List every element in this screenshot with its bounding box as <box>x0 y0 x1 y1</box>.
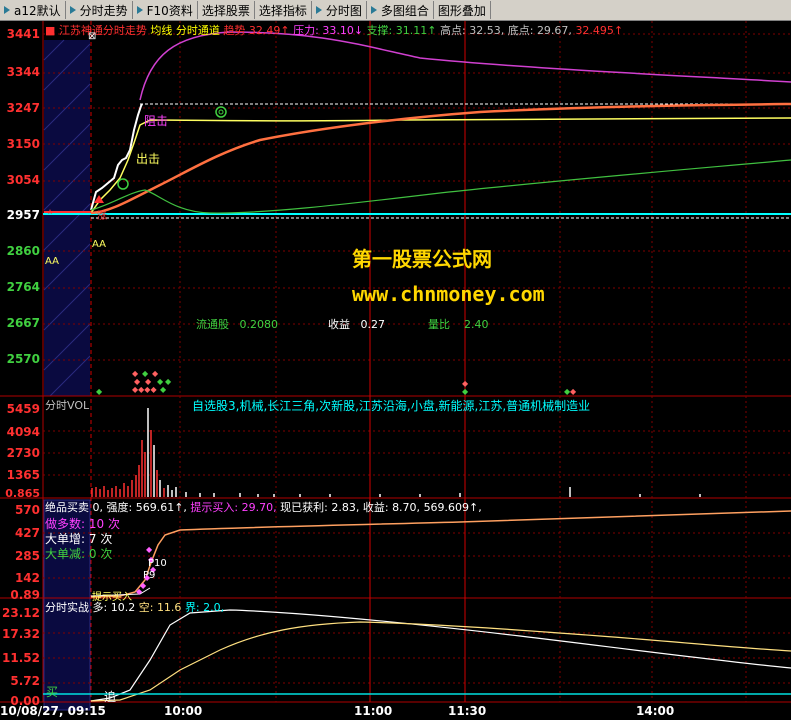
y-tick: 2764 <box>6 280 40 294</box>
svg-text:◆◆◆◆: ◆◆◆◆ <box>132 385 157 394</box>
chase-marker: 追 <box>104 690 117 704</box>
buysell-panel-header: 绝品买卖 0, 强度: 569.61↑, 提示买入: 29.70, 现已获利: … <box>45 501 482 514</box>
toolbar-item-default[interactable]: a12默认 <box>0 1 66 19</box>
svg-text:◆: ◆ <box>160 385 167 394</box>
rise-label: 涨 <box>97 211 107 222</box>
stock-title: 江苏神通分时走势 <box>58 24 147 37</box>
toolbar-item-overlay[interactable]: 图形叠加 <box>434 1 491 19</box>
dropdown-arrow-icon <box>370 5 379 15</box>
p10-marker: P10 <box>148 558 167 569</box>
x-tick: 11:00 <box>354 704 393 718</box>
start-marker-icon: ⊠ <box>88 31 97 42</box>
y-tick: 0.865 <box>5 487 40 500</box>
toolbar-item-intraday[interactable]: 分时走势 <box>66 1 133 19</box>
toolbar-item-select-indicator[interactable]: 选择指标 <box>255 1 312 19</box>
strike-label: 出击 <box>136 152 161 166</box>
buysell-strength-line <box>90 510 791 598</box>
sell-circle-inner <box>218 109 224 115</box>
sell-circle-marker <box>215 106 227 118</box>
watermark-title: 第一股票公式网 <box>352 247 492 271</box>
dropdown-arrow-icon <box>4 5 12 15</box>
toolbar-item-timechart[interactable]: 分时图 <box>312 1 367 19</box>
sector-tags: 自选股3,机械,长江三角,次新股,江苏沿海,小盘,新能源,江苏,普通机械制造业 <box>192 399 591 413</box>
y-tick: 5.72 <box>10 674 40 688</box>
svg-text:◆: ◆ <box>136 587 143 596</box>
extra-value: 32.495↑ <box>575 24 624 37</box>
pressure-label: 压力: <box>293 24 319 37</box>
dropdown-arrow-icon <box>136 5 145 15</box>
battle-panel-header: 分时实战 多: 10.2 空: 11.6 界: 2.0, <box>45 601 225 614</box>
y-tick: 2860 <box>6 244 40 258</box>
p9-marker: P9 <box>143 570 156 581</box>
x-tick-date: 10/08/27, 09:15 <box>0 704 106 718</box>
toolbar: a12默认 分时走势 F10资料 选择股票 选择指标 分时图 多图组合 图形叠加 <box>0 0 791 21</box>
svg-text:◆: ◆ <box>146 545 153 554</box>
svg-text:◆: ◆ <box>570 387 577 396</box>
y-tick: 142 <box>14 571 40 585</box>
y-tick: 4094 <box>6 425 40 439</box>
y-tick: 2730 <box>6 446 40 460</box>
y-tick: 570 <box>14 503 40 517</box>
y-tick: 3247 <box>6 101 40 115</box>
main-panel-header: ■ 江苏神通分时走势 均线 分时通道 趋势 32.49↑ 压力: 33.10↓ … <box>45 22 623 38</box>
dropdown-arrow-icon <box>69 5 78 15</box>
resist-label: 阻击 <box>144 114 169 128</box>
x-tick: 11:30 <box>448 704 487 718</box>
low-label: 底点: <box>507 24 534 37</box>
ratio-stat: 量比 2.40 <box>428 318 489 331</box>
premarket-shade <box>44 40 90 396</box>
y-tick: 2570 <box>6 352 40 366</box>
battle-long-line <box>90 609 791 702</box>
low-value: 29.67, <box>536 24 572 37</box>
x-tick: 10:00 <box>164 704 203 718</box>
y-tick: 23.12 <box>2 606 40 620</box>
vol-panel-title: 分时VOL <box>45 399 90 412</box>
y-tick: 1365 <box>6 468 40 482</box>
big-order-decrease: 大单减: 0 次 <box>45 547 113 561</box>
eps-stat: 收益 0.27 <box>328 318 385 331</box>
support-value: 31.11↑ <box>395 24 437 37</box>
y-tick: 2957 <box>6 208 40 222</box>
y-tick: 3344 <box>6 65 40 79</box>
red-square-icon: ■ <box>45 24 56 37</box>
channel-label: 分时通道 <box>175 24 220 37</box>
support-label: 支撑: <box>366 24 393 37</box>
svg-text:◆: ◆ <box>462 387 469 396</box>
y-tick: 285 <box>14 549 40 563</box>
aa-marker: AA <box>92 239 106 250</box>
toolbar-item-f10[interactable]: F10资料 <box>133 1 198 19</box>
battle-short-line <box>90 621 791 702</box>
price-line <box>90 103 143 211</box>
y-tick: 2667 <box>6 316 40 330</box>
trend-value: 32.49↑ <box>248 24 290 37</box>
y-tick: 3150 <box>6 137 40 151</box>
y-tick: 3054 <box>6 173 40 187</box>
y-tick: 5459 <box>6 402 40 416</box>
y-tick: 0.89 <box>10 588 40 602</box>
y-tick: 427 <box>14 526 40 540</box>
y-tick: 11.52 <box>2 651 40 665</box>
high-value: 32.53, <box>469 24 505 37</box>
avg-line-label: 均线 <box>150 24 173 37</box>
dropdown-arrow-icon <box>315 5 324 15</box>
buy-marker: 买 <box>46 685 59 699</box>
y-tick: 3441 <box>6 27 40 41</box>
toolbar-item-select-stock[interactable]: 选择股票 <box>198 1 255 19</box>
aa-marker: AA <box>45 256 59 267</box>
watermark-url: www.chnmoney.com <box>352 282 545 306</box>
y-tick: 17.32 <box>2 627 40 641</box>
svg-text:◆: ◆ <box>96 387 103 396</box>
toolbar-item-multichart[interactable]: 多图组合 <box>367 1 434 19</box>
signal-diamonds: ◆ ◆ ◆ ◆ ◆ ◆ ◆ ◆◆◆◆ ◆ ◆◆◆ ◆ ◆ <box>96 369 577 396</box>
pressure-value: 33.10↓ <box>322 24 364 37</box>
x-tick: 14:00 <box>636 704 675 718</box>
trend-label: 趋势 <box>223 24 246 37</box>
high-label: 高点: <box>440 24 466 37</box>
float-stat: 流通股 0.2080 <box>196 318 278 331</box>
chart-canvas[interactable]: ◆ ◆ ◆ ◆ ◆ ◆ ◆ ◆◆◆◆ ◆ ◆◆◆ ◆ ◆ ◆◆◆◆◆◆ <box>0 21 791 720</box>
support-line <box>90 159 791 214</box>
